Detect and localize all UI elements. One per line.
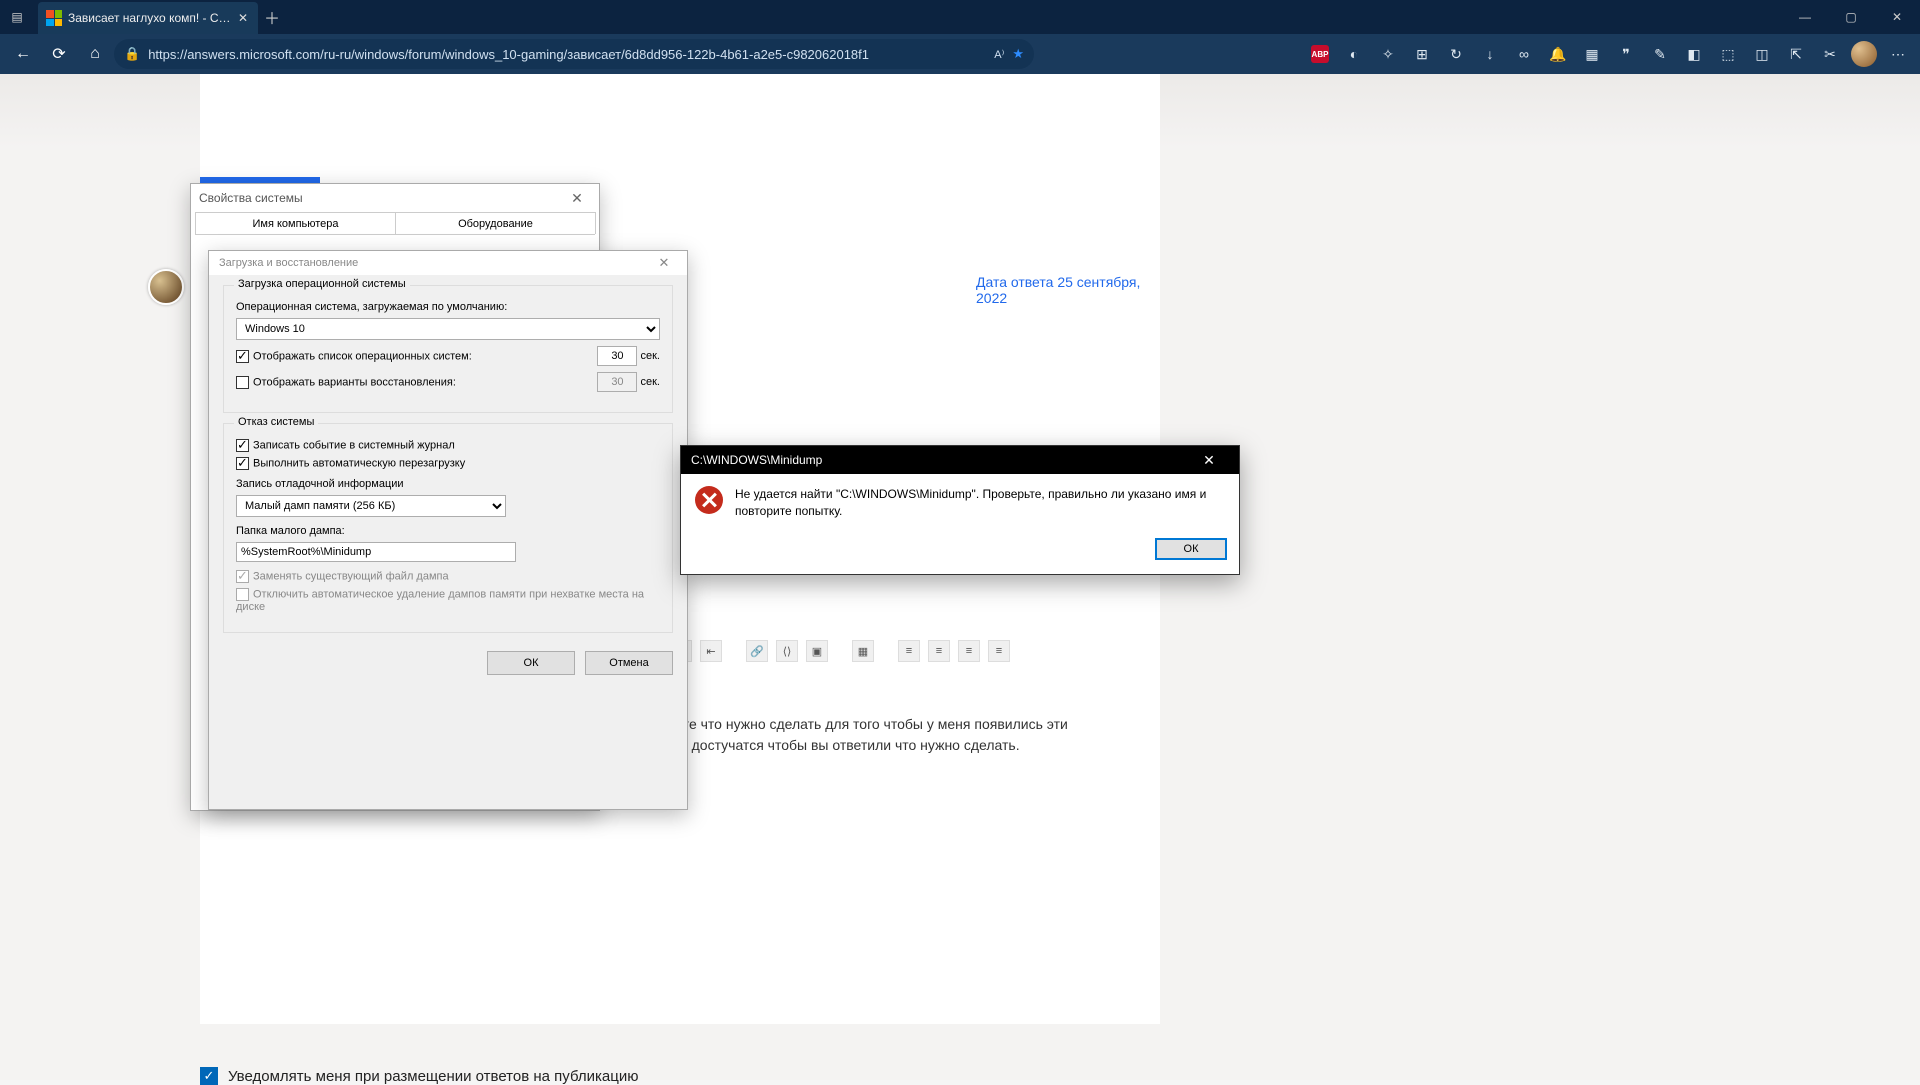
recovery-seconds-input xyxy=(597,372,637,392)
align-justify-icon[interactable]: ≡ xyxy=(988,640,1010,662)
extension-icon[interactable]: ⬚ xyxy=(1712,38,1744,70)
overwrite-dump-label: Заменять существующий файл дампа xyxy=(253,570,449,582)
extension-icon[interactable]: ◐ xyxy=(1338,38,1370,70)
extension-icon[interactable]: ◫ xyxy=(1746,38,1778,70)
ok-button[interactable]: ОК xyxy=(1155,538,1227,560)
tab-hardware[interactable]: Оборудование xyxy=(395,212,596,234)
lock-icon: 🔒 xyxy=(124,46,140,62)
group-system-failure: Отказ системы Записать событие в системн… xyxy=(223,423,673,633)
checkbox-show-os-list[interactable] xyxy=(236,350,249,363)
refresh-button[interactable]: ⟳ xyxy=(42,37,76,71)
code-icon[interactable]: ⟨⟩ xyxy=(776,640,798,662)
error-dialog: C:\WINDOWS\Minidump ✕ Не удается найти "… xyxy=(680,445,1240,575)
checkbox-disable-autodelete xyxy=(236,588,249,601)
close-icon[interactable]: ✕ xyxy=(1189,448,1229,472)
new-tab-button[interactable]: ＋ xyxy=(258,5,286,29)
align-center-icon[interactable]: ≡ xyxy=(928,640,950,662)
extension-icon[interactable]: ▦ xyxy=(1576,38,1608,70)
checkbox-show-recovery[interactable] xyxy=(236,376,249,389)
profile-avatar[interactable] xyxy=(1848,38,1880,70)
dialog-title: Свойства системы xyxy=(199,191,303,205)
disable-autodelete-label: Отключить автоматическое удаление дампов… xyxy=(236,588,644,613)
dialog-titlebar[interactable]: Загрузка и восстановление ✕ xyxy=(209,251,687,275)
favorite-icon[interactable]: ★ xyxy=(1012,46,1024,62)
seconds-label: сек. xyxy=(641,376,661,388)
tab-title: Зависает наглухо комп! - Сооб xyxy=(68,11,232,25)
url-field[interactable]: 🔒 https://answers.microsoft.com/ru-ru/wi… xyxy=(114,39,1034,69)
table-icon[interactable]: ▦ xyxy=(852,640,874,662)
tab-computer-name[interactable]: Имя компьютера xyxy=(195,212,396,234)
home-button[interactable]: ⌂ xyxy=(78,37,112,71)
group-title: Загрузка операционной системы xyxy=(234,278,410,290)
window-close-button[interactable]: ✕ xyxy=(1874,0,1920,34)
extension-icon[interactable]: ⇱ xyxy=(1780,38,1812,70)
dump-type-label: Запись отладочной информации xyxy=(236,478,660,490)
error-message: Не удается найти "C:\WINDOWS\Minidump". … xyxy=(735,486,1225,520)
browser-titlebar: ▤ Зависает наглухо комп! - Сооб ✕ ＋ — ▢ … xyxy=(0,0,1920,34)
default-os-select[interactable]: Windows 10 xyxy=(236,318,660,340)
align-right-icon[interactable]: ≡ xyxy=(958,640,980,662)
extension-icon[interactable]: ✎ xyxy=(1644,38,1676,70)
align-left-icon[interactable]: ≡ xyxy=(898,640,920,662)
close-icon[interactable]: ✕ xyxy=(563,187,591,209)
window-minimize-button[interactable]: — xyxy=(1782,0,1828,34)
extension-icon[interactable]: ❞ xyxy=(1610,38,1642,70)
dump-dir-input[interactable] xyxy=(236,542,516,562)
dialog-titlebar[interactable]: Свойства системы ✕ xyxy=(191,184,599,212)
notify-checkbox-row[interactable]: ✓ Уведомлять меня при размещении ответов… xyxy=(200,1067,638,1085)
seconds-label: сек. xyxy=(641,350,661,362)
collections-icon[interactable]: ⊞ xyxy=(1406,38,1438,70)
checkbox-checked-icon[interactable]: ✓ xyxy=(200,1067,218,1085)
extension-icon[interactable]: ∞ xyxy=(1508,38,1540,70)
reply-date: Дата ответа 25 сентября, 2022 xyxy=(976,274,1160,306)
extension-icon[interactable]: ◧ xyxy=(1678,38,1710,70)
downloads-icon[interactable]: ↓ xyxy=(1474,38,1506,70)
checkbox-write-event[interactable] xyxy=(236,439,249,452)
extension-icon[interactable]: ✂ xyxy=(1814,38,1846,70)
write-event-label: Записать событие в системный журнал xyxy=(253,439,455,451)
close-icon[interactable]: ✕ xyxy=(651,253,677,273)
browser-tab[interactable]: Зависает наглухо комп! - Сооб ✕ xyxy=(38,2,258,34)
image-icon[interactable]: ▣ xyxy=(806,640,828,662)
url-text: https://answers.microsoft.com/ru-ru/wind… xyxy=(148,47,986,62)
tab-close-icon[interactable]: ✕ xyxy=(238,11,248,25)
browser-addressbar: ← ⟳ ⌂ 🔒 https://answers.microsoft.com/ru… xyxy=(0,34,1920,74)
read-aloud-icon[interactable]: A⁾ xyxy=(994,48,1004,61)
notify-label: Уведомлять меня при размещении ответов н… xyxy=(228,1068,638,1085)
dialog-title: C:\WINDOWS\Minidump xyxy=(691,453,822,467)
ok-button[interactable]: ОК xyxy=(487,651,575,675)
history-icon[interactable]: ↻ xyxy=(1440,38,1472,70)
link-icon[interactable]: 🔗 xyxy=(746,640,768,662)
tab-actions-button[interactable]: ▤ xyxy=(0,0,34,34)
error-icon xyxy=(695,486,723,514)
auto-restart-label: Выполнить автоматическую перезагрузку xyxy=(253,457,465,469)
user-avatar[interactable] xyxy=(148,269,184,305)
dump-dir-label: Папка малого дампа: xyxy=(236,525,660,537)
favorites-icon[interactable]: ✧ xyxy=(1372,38,1404,70)
dialog-titlebar[interactable]: C:\WINDOWS\Minidump ✕ xyxy=(681,446,1239,474)
ms-favicon xyxy=(46,10,62,26)
os-list-seconds-input[interactable] xyxy=(597,346,637,366)
checkbox-auto-restart[interactable] xyxy=(236,457,249,470)
cancel-button[interactable]: Отмена xyxy=(585,651,673,675)
outdent-icon[interactable]: ⇤ xyxy=(700,640,722,662)
default-os-label: Операционная система, загружаемая по умо… xyxy=(236,301,660,313)
more-menu-icon[interactable]: ⋯ xyxy=(1882,38,1914,70)
show-os-list-label: Отображать список операционных систем: xyxy=(253,350,472,362)
group-title: Отказ системы xyxy=(234,416,318,428)
checkbox-overwrite-dump xyxy=(236,570,249,583)
dialog-title: Загрузка и восстановление xyxy=(219,257,358,269)
dump-type-select[interactable]: Малый дамп памяти (256 КБ) xyxy=(236,495,506,517)
group-system-boot: Загрузка операционной системы Операционн… xyxy=(223,285,673,413)
boot-recovery-dialog: Загрузка и восстановление ✕ Загрузка опе… xyxy=(208,250,688,810)
back-button[interactable]: ← xyxy=(6,37,40,71)
abp-extension-icon[interactable]: ABP xyxy=(1304,38,1336,70)
window-maximize-button[interactable]: ▢ xyxy=(1828,0,1874,34)
show-recovery-label: Отображать варианты восстановления: xyxy=(253,376,456,388)
notifications-icon[interactable]: 🔔 xyxy=(1542,38,1574,70)
